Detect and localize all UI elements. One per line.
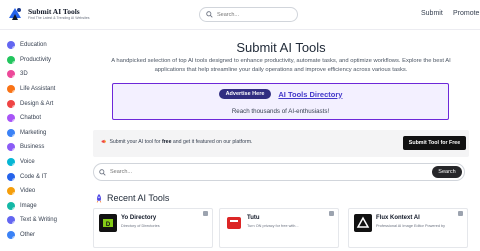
sidebar-item-productivity[interactable]: Productivity (0, 53, 82, 68)
category-sidebar: Education Productivity 3D Life Assistant… (0, 38, 82, 242)
category-3d-icon (7, 70, 15, 79)
category-video-icon (7, 187, 15, 196)
tool-card-desc: Turn ON privacy for free with... (247, 224, 299, 228)
tool-card-tutu[interactable]: Tutu Turn ON privacy for free with... (219, 208, 339, 248)
submit-text-after: and get it featured on our platform. (171, 139, 253, 145)
bookmark-icon[interactable] (458, 211, 463, 216)
site-logo[interactable]: Submit AI Tools Find The Latest & Trendi… (6, 5, 90, 23)
tool-card-name: Tutu (247, 215, 260, 221)
tool-card-desc: Directory of Directories (121, 224, 160, 228)
page-title: Submit AI Tools (236, 40, 326, 55)
sidebar-item-code-it[interactable]: Code & IT (0, 169, 82, 184)
submit-text-before: Submit your AI tool for (109, 139, 162, 145)
sidebar-item-label: 3D (20, 71, 28, 78)
category-text-writing-icon (7, 216, 15, 225)
category-education-icon (7, 41, 15, 50)
sidebar-item-education[interactable]: Education (0, 38, 82, 53)
yo-logo-icon: D (99, 214, 117, 232)
tool-card-flux-kontext-ai[interactable]: Flux Kontext AI Professional AI Image Ed… (348, 208, 468, 248)
submit-tool-text: Submit your AI tool for free and get it … (101, 139, 253, 145)
category-other-icon (7, 231, 15, 240)
sidebar-item-label: Image (20, 202, 37, 209)
tool-search-input[interactable] (110, 167, 410, 177)
recent-tools-title: Recent AI Tools (107, 193, 170, 203)
sidebar-item-label: Marketing (20, 129, 47, 136)
tool-search-bar[interactable]: Search (93, 163, 465, 181)
sidebar-item-label: Voice (20, 159, 35, 166)
category-code-it-icon (7, 172, 15, 181)
sidebar-item-other[interactable]: Other (0, 228, 82, 243)
submit-tool-banner: Submit your AI tool for free and get it … (93, 130, 469, 157)
category-productivity-icon (7, 55, 15, 64)
megaphone-icon (101, 139, 106, 144)
logo-subtitle: Find The Latest & Trending AI Websites (28, 15, 90, 20)
sidebar-item-label: Code & IT (20, 173, 48, 180)
category-design-art-icon (7, 99, 15, 108)
category-image-icon (7, 201, 15, 210)
advertise-here-button[interactable]: Advertise Here (218, 89, 272, 99)
category-voice-icon (7, 158, 15, 167)
tool-card-name: Yo Directory (121, 215, 157, 221)
sidebar-item-voice[interactable]: Voice (0, 155, 82, 170)
sidebar-item-label: Education (20, 42, 47, 49)
top-navbar: Submit AI Tools Find The Latest & Trendi… (0, 0, 480, 30)
sidebar-item-label: Video (20, 188, 36, 195)
search-button[interactable]: Search (432, 166, 462, 178)
sidebar-item-label: Chatbot (20, 115, 42, 122)
tool-card-yo-directory[interactable]: D Yo Directory Directory of Directories (93, 208, 213, 248)
advertise-banner: Advertise Here AI Tools Directory Reach … (112, 83, 449, 120)
sidebar-item-label: Text & Writing (20, 217, 57, 224)
category-business-icon (7, 143, 15, 152)
nav-promote-link[interactable]: Promote (453, 10, 479, 17)
recent-tools-heading: Recent AI Tools (95, 193, 169, 203)
sidebar-item-chatbot[interactable]: Chatbot (0, 111, 82, 126)
ai-tools-directory-link[interactable]: AI Tools Directory (278, 90, 342, 99)
sidebar-item-video[interactable]: Video (0, 184, 82, 199)
tool-card-name: Flux Kontext AI (376, 215, 420, 221)
header-search-input[interactable] (217, 11, 292, 18)
tutu-logo-icon (225, 214, 243, 232)
sidebar-item-label: Life Assistant (20, 86, 56, 93)
nav-submit-link[interactable]: Submit (421, 10, 443, 17)
sidebar-item-label: Design & Art (20, 100, 54, 107)
sidebar-item-business[interactable]: Business (0, 140, 82, 155)
category-chatbot-icon (7, 114, 15, 123)
search-icon (206, 11, 213, 18)
sidebar-item-3d[interactable]: 3D (0, 67, 82, 82)
sidebar-item-life-assistant[interactable]: Life Assistant (0, 82, 82, 97)
sidebar-item-text-writing[interactable]: Text & Writing (0, 213, 82, 228)
sidebar-item-marketing[interactable]: Marketing (0, 126, 82, 141)
sidebar-item-label: Other (20, 232, 36, 239)
logo-title: Submit AI Tools (28, 7, 80, 16)
rocket-icon (96, 193, 102, 203)
sidebar-item-label: Business (20, 144, 45, 151)
category-marketing-icon (7, 128, 15, 137)
bookmark-icon[interactable] (329, 211, 334, 216)
search-icon (99, 169, 106, 176)
header-search[interactable] (199, 7, 298, 22)
bookmark-icon[interactable] (203, 211, 208, 216)
tool-card-desc: Professional AI Image Editor Powered by (376, 224, 446, 228)
svg-text:D: D (106, 222, 111, 228)
sidebar-item-image[interactable]: Image (0, 199, 82, 214)
sidebar-item-design-art[interactable]: Design & Art (0, 96, 82, 111)
sidebar-item-label: Productivity (20, 56, 52, 63)
submit-tool-button[interactable]: Submit Tool for Free (403, 136, 466, 150)
logo-icon (6, 5, 24, 23)
page-description: A handpicked selection of top AI tools d… (111, 58, 451, 73)
advertise-subtitle: Reach thousands of AI-enthusiasts! (231, 108, 330, 115)
flux-logo-icon (354, 214, 372, 232)
category-life-assistant-icon (7, 85, 15, 94)
